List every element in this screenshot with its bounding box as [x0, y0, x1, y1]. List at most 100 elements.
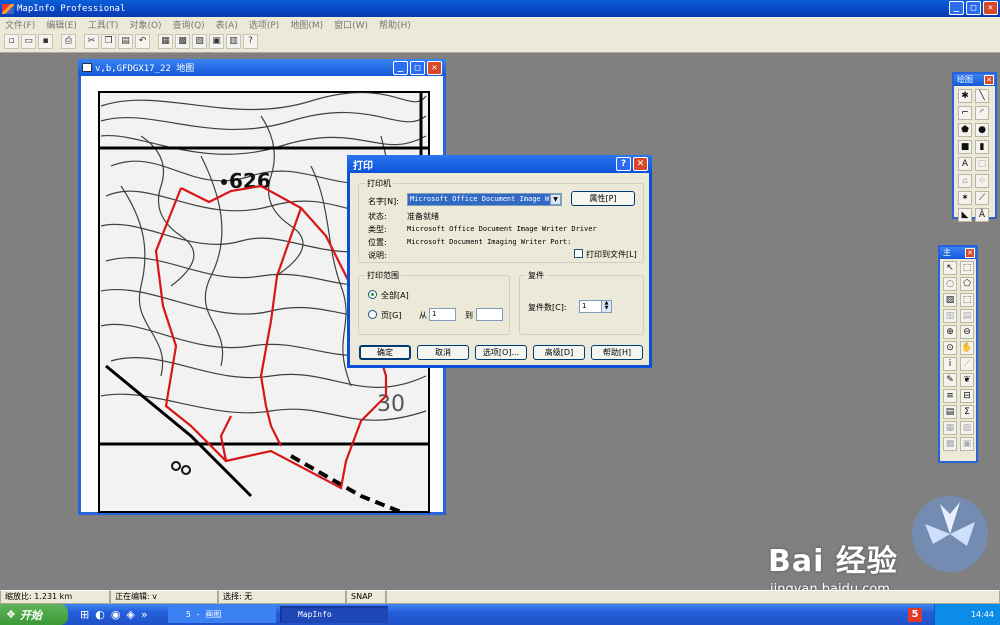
radius-select-icon[interactable]: ◌	[943, 277, 957, 291]
drag-map-window-icon[interactable]: ❦	[960, 373, 974, 387]
taskbar-item-mapinfo[interactable]: MapInfo Professi...	[280, 606, 388, 623]
rounded-rectangle-tool-icon[interactable]: ▮	[975, 140, 989, 154]
menu-help[interactable]: 帮助(H)	[374, 18, 417, 31]
zoom-out-icon[interactable]: ⊖	[960, 325, 974, 339]
new-redistrict-icon[interactable]: ▥	[226, 34, 241, 49]
layer-control-icon[interactable]: ≡	[943, 389, 957, 403]
reshape-tool-icon[interactable]: ⌂	[958, 174, 972, 188]
antivirus-tray-icon[interactable]: 5	[908, 608, 922, 622]
printer-name-select[interactable]: Microsoft Office Document Image Wr	[407, 193, 562, 206]
main-palette-close-icon[interactable]: ✕	[965, 248, 975, 258]
properties-button[interactable]: 属性[P]	[571, 191, 635, 206]
copy-icon[interactable]: ❐	[101, 34, 116, 49]
taskbar-item-paint[interactable]: 5 - 画图	[168, 606, 276, 623]
quick-launch-icons[interactable]: ⊞◐◉◈»	[80, 608, 154, 621]
menu-objects[interactable]: 对象(O)	[124, 18, 167, 31]
printer-dropdown-arrow-icon[interactable]: ▼	[550, 194, 561, 205]
new-browser-icon[interactable]: ▦	[158, 34, 173, 49]
hotlink-icon[interactable]: ⟋	[960, 357, 974, 371]
print-to-file-label: 打印到文件[L]	[586, 250, 637, 259]
statistics-icon[interactable]: Σ	[960, 405, 974, 419]
print-icon[interactable]: ⎙	[61, 34, 76, 49]
marquee-select-icon[interactable]: ⬚	[960, 261, 974, 275]
map-minimize-button[interactable]: _	[393, 61, 408, 75]
new-layout-icon[interactable]: ▣	[209, 34, 224, 49]
map-close-button[interactable]: ✕	[427, 61, 442, 75]
dialog-help-button[interactable]: ?	[616, 157, 631, 171]
set-target-icon[interactable]: ▦	[943, 421, 957, 435]
paste-icon[interactable]: ▤	[118, 34, 133, 49]
label-tool-icon[interactable]: ✎	[943, 373, 957, 387]
graph-select-icon[interactable]: ▥	[943, 309, 957, 323]
theme-legend-icon[interactable]: ▩	[943, 437, 957, 451]
new-mapper-icon[interactable]: ▩	[175, 34, 190, 49]
info-tool-icon[interactable]: i	[943, 357, 957, 371]
text-style-icon[interactable]: Â	[975, 208, 989, 222]
from-input[interactable]: 1	[429, 308, 456, 321]
comment-label: 说明:	[368, 251, 387, 260]
start-button[interactable]: ❖ 开始	[0, 604, 68, 625]
cancel-button[interactable]: 取消	[417, 345, 469, 360]
maximize-button[interactable]: □	[966, 1, 981, 15]
menu-map[interactable]: 地图(M)	[285, 18, 329, 31]
frame-tool-icon[interactable]: ▢	[975, 157, 989, 171]
select-arrow-icon[interactable]: ↖	[943, 261, 957, 275]
region-style-icon[interactable]: ◣	[958, 208, 972, 222]
all-pages-radio[interactable]	[368, 290, 377, 299]
help-button[interactable]: 帮助[H]	[591, 345, 643, 360]
rectangle-tool-icon[interactable]: ■	[958, 140, 972, 154]
ellipse-tool-icon[interactable]: ●	[975, 123, 989, 137]
arc-tool-icon[interactable]: ◜	[975, 106, 989, 120]
minimize-button[interactable]: _	[949, 1, 964, 15]
show-legend-icon[interactable]: ▤	[943, 405, 957, 419]
unselect-all-icon[interactable]: ⬚	[960, 293, 974, 307]
menu-table[interactable]: 表(A)	[211, 18, 244, 31]
copies-spinner-icon[interactable]: ▲ ▼	[601, 301, 611, 312]
print-to-file-checkbox[interactable]	[574, 249, 583, 258]
line-style-icon[interactable]: ⟋	[975, 191, 989, 205]
drawing-palette-close-icon[interactable]: ✕	[984, 75, 994, 85]
cartographic-legend-icon[interactable]: ▣	[960, 437, 974, 451]
menu-options[interactable]: 选项(P)	[244, 18, 285, 31]
new-icon[interactable]: ▫	[4, 34, 19, 49]
flower-logo-icon	[912, 496, 988, 572]
map-window-title-bar: v,b,GFDGX17_22 地图 _ □ ✕	[78, 59, 446, 76]
polygon-select-icon[interactable]: ⬠	[960, 277, 974, 291]
ok-button[interactable]: 确定	[359, 345, 411, 360]
cut-icon[interactable]: ✂	[84, 34, 99, 49]
zoom-in-icon[interactable]: ⊕	[943, 325, 957, 339]
line-tool-icon[interactable]: ╲	[975, 89, 989, 103]
advanced-button[interactable]: 高级[D]	[533, 345, 585, 360]
menu-tools[interactable]: 工具(T)	[83, 18, 125, 31]
menu-window[interactable]: 窗口(W)	[329, 18, 374, 31]
dialog-close-button[interactable]: ✕	[633, 157, 648, 171]
open-icon[interactable]: ▭	[21, 34, 36, 49]
new-grapher-icon[interactable]: ▧	[192, 34, 207, 49]
boundary-select-icon[interactable]: ▨	[943, 293, 957, 307]
page-range-radio[interactable]	[368, 310, 377, 319]
text-tool-icon[interactable]: A	[958, 157, 972, 171]
menu-edit[interactable]: 编辑(E)	[41, 18, 83, 31]
symbol-tool-icon[interactable]: ✱	[958, 89, 972, 103]
symbol-style-icon[interactable]: ✶	[958, 191, 972, 205]
clock: 14:44	[970, 610, 994, 619]
invert-select-icon[interactable]: ▤	[960, 309, 974, 323]
help-pointer-icon[interactable]: ?	[243, 34, 258, 49]
close-button[interactable]: ✕	[983, 1, 998, 15]
save-icon[interactable]: ▪	[38, 34, 53, 49]
add-node-tool-icon[interactable]: ⊹	[975, 174, 989, 188]
options-button[interactable]: 选项[O]...	[475, 345, 527, 360]
clip-region-icon[interactable]: ▧	[960, 421, 974, 435]
menu-file[interactable]: 文件(F)	[0, 18, 41, 31]
drawing-palette: 绘图 ✕ ✱ ╲ ⌐ ◜ ⬟ ● ■ ▮ A ▢ ⌂ ⊹ ✶ ⟋ ◣ Â	[952, 72, 997, 222]
map-maximize-button[interactable]: □	[410, 61, 425, 75]
app-title-bar: MapInfo Professional _ □ ✕	[0, 0, 1000, 17]
to-input[interactable]	[476, 308, 503, 321]
polyline-tool-icon[interactable]: ⌐	[958, 106, 972, 120]
ruler-icon[interactable]: ⊟	[960, 389, 974, 403]
polygon-tool-icon[interactable]: ⬟	[958, 123, 972, 137]
change-view-icon[interactable]: ⊙	[943, 341, 957, 355]
undo-icon[interactable]: ↶	[135, 34, 150, 49]
menu-query[interactable]: 查询(Q)	[168, 18, 211, 31]
grabber-hand-icon[interactable]: ✋	[960, 341, 974, 355]
